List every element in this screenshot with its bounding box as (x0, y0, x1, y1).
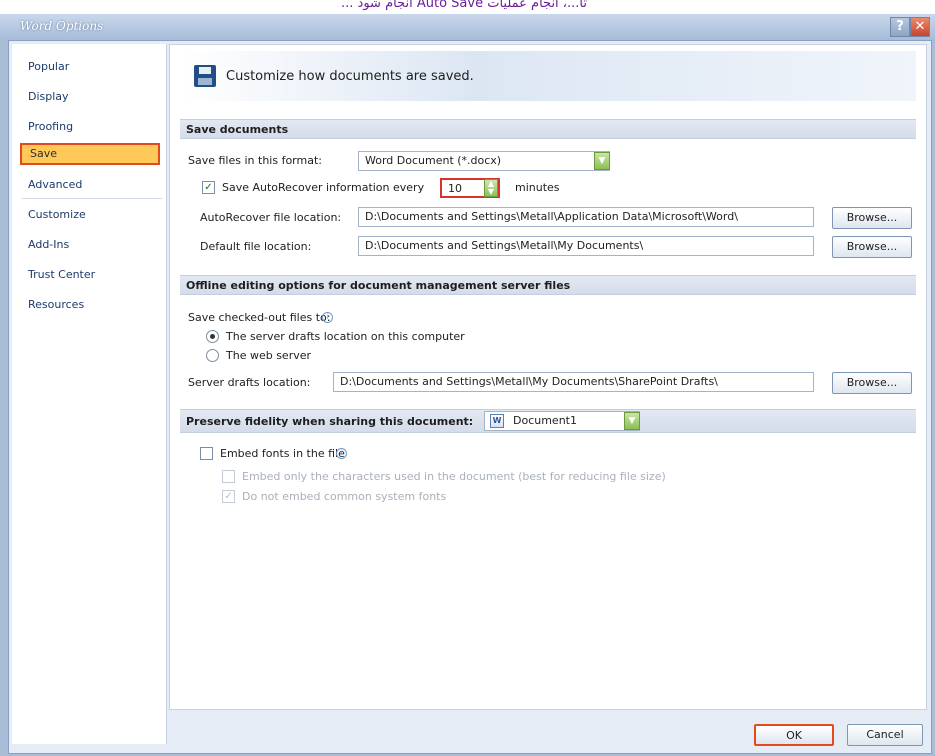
fidelity-document-dropdown[interactable]: Document1 (484, 411, 640, 431)
ok-button[interactable]: OK (754, 724, 834, 746)
sidebar-item-save[interactable]: Save (20, 143, 160, 165)
autorecover-location-field[interactable]: D:\Documents and Settings\Metall\Applica… (358, 207, 814, 227)
radio-server-drafts-label: The server drafts location on this compu… (226, 330, 465, 343)
panel-header: Customize how documents are saved. (180, 51, 916, 101)
browse-autorecover-button[interactable]: Browse... (832, 207, 912, 229)
sidebar-item-add-ins[interactable]: Add-Ins (20, 234, 160, 256)
sidebar-item-proofing[interactable]: Proofing (20, 116, 160, 138)
sidebar-divider (22, 198, 162, 199)
browse-server-drafts-button[interactable]: Browse... (832, 372, 912, 394)
window-title: Word Options (20, 19, 104, 33)
autorecover-checkbox[interactable]: ✓ (202, 181, 215, 194)
floppy-disk-icon (194, 65, 216, 87)
autorecover-location-label: AutoRecover file location: (200, 211, 342, 224)
section-save-documents: Save documents (180, 119, 916, 139)
no-common-fonts-checkbox[interactable]: ✓ (222, 490, 235, 503)
dialog-body: Popular Display Proofing Save Advanced C… (8, 40, 932, 754)
info-icon: i (336, 448, 347, 459)
page-caption: تا...، انجام عمليات Auto Save انجام شود … (341, 0, 587, 11)
sidebar-item-customize[interactable]: Customize (20, 204, 160, 226)
server-drafts-field[interactable]: D:\Documents and Settings\Metall\My Docu… (333, 372, 814, 392)
no-common-fonts-label: Do not embed common system fonts (242, 490, 447, 503)
sidebar-nav: Popular Display Proofing Save Advanced C… (12, 44, 167, 744)
default-location-field[interactable]: D:\Documents and Settings\Metall\My Docu… (358, 236, 814, 256)
embed-fonts-checkbox[interactable] (200, 447, 213, 460)
embed-characters-checkbox[interactable] (222, 470, 235, 483)
save-checked-out-label: Save checked-out files to: (188, 311, 331, 324)
save-format-dropdown[interactable]: Word Document (*.docx) (358, 151, 610, 171)
section-offline-editing: Offline editing options for document man… (180, 275, 916, 295)
save-options-panel: Customize how documents are saved. Save … (169, 44, 927, 710)
title-bar[interactable]: Word Options ? ✕ (0, 14, 935, 40)
word-document-icon: W (490, 414, 504, 428)
minutes-label: minutes (515, 181, 560, 194)
sidebar-item-trust-center[interactable]: Trust Center (20, 264, 160, 286)
sidebar-item-display[interactable]: Display (20, 86, 160, 108)
chevron-down-icon[interactable]: ▼ (624, 412, 640, 430)
radio-web-server-label: The web server (226, 349, 312, 362)
page-title: Customize how documents are saved. (226, 69, 474, 84)
embed-fonts-label: Embed fonts in the file (220, 447, 345, 460)
server-drafts-label: Server drafts location: (188, 376, 311, 389)
sidebar-item-advanced[interactable]: Advanced (20, 174, 160, 196)
autorecover-label: Save AutoRecover information every (222, 181, 425, 194)
radio-web-server[interactable] (206, 349, 219, 362)
default-location-label: Default file location: (200, 240, 312, 253)
spinner-arrows-icon[interactable]: ▲ ▼ (484, 179, 498, 197)
chevron-down-icon[interactable]: ▼ (594, 152, 610, 170)
info-icon: i (322, 312, 333, 323)
sidebar-item-resources[interactable]: Resources (20, 294, 160, 316)
cancel-button[interactable]: Cancel (847, 724, 923, 746)
save-format-label: Save files in this format: (188, 154, 322, 167)
embed-characters-label: Embed only the characters used in the do… (242, 470, 666, 483)
close-button[interactable]: ✕ (910, 17, 930, 37)
radio-server-drafts[interactable] (206, 330, 219, 343)
help-button[interactable]: ? (890, 17, 910, 37)
word-options-window: Word Options ? ✕ Popular Display Proofin… (0, 14, 935, 756)
browse-default-button[interactable]: Browse... (832, 236, 912, 258)
sidebar-item-popular[interactable]: Popular (20, 56, 160, 78)
